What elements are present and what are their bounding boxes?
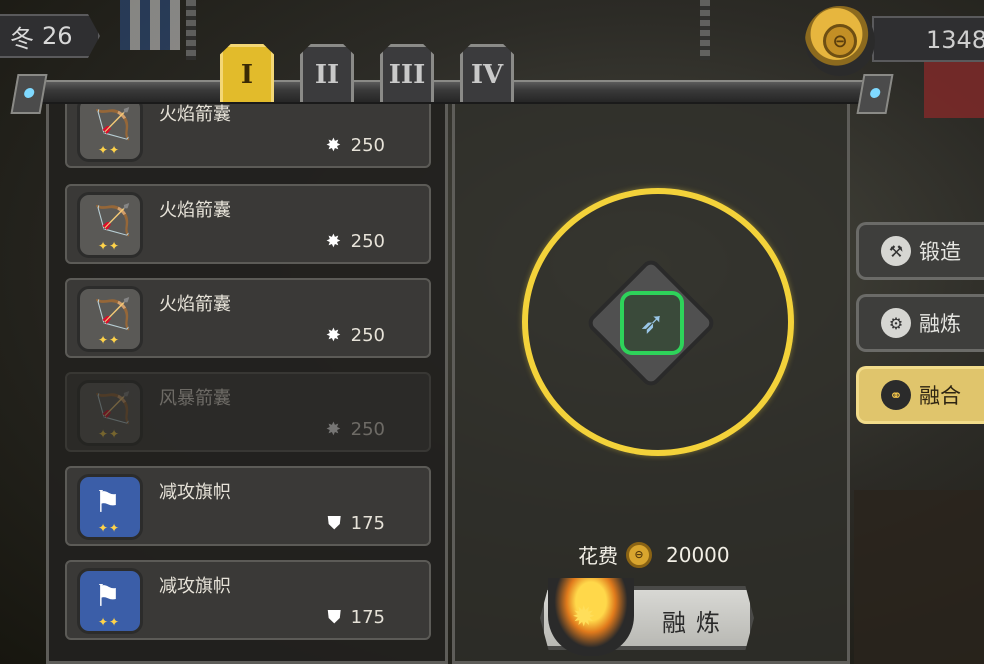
list-item[interactable]: 🏹 ✦✦ 火焰箭囊 ✸ 250 — [65, 278, 431, 358]
shard-icon: ✸ — [325, 419, 341, 440]
list-item[interactable]: 🏹 ✦✦ 火焰箭囊 ✸ 250 — [65, 184, 431, 264]
item-name: 风暴箭囊 — [159, 388, 231, 409]
star-rating: ✦✦ — [98, 427, 121, 441]
season-day-indicator: 冬 26 — [0, 14, 100, 58]
background-chain — [700, 0, 710, 60]
cost-label: 花费 — [578, 544, 618, 568]
flame-quiver-icon: 🏹 ✦✦ — [77, 104, 143, 162]
item-cost: 250 — [350, 325, 385, 346]
merge-label: 融合 — [919, 384, 961, 408]
item-name: 火焰箭囊 — [159, 104, 231, 125]
day-number: 26 — [42, 22, 73, 50]
item-name: 火焰箭囊 — [159, 200, 231, 221]
item-cost: 175 — [350, 513, 385, 534]
shield-icon: ⛊ — [327, 513, 342, 534]
tab-tier-3[interactable]: III — [380, 44, 434, 102]
fusion-cost: 花费 ⊖ 20000 — [578, 540, 730, 569]
storm-quiver-icon: 🏹 ✦✦ — [77, 380, 143, 446]
forge-button[interactable]: ⚒ 锻造 — [856, 222, 984, 280]
smelt-button[interactable]: ⚙ 融炼 — [856, 294, 984, 352]
banner-icon: ⚑ ✦✦ — [77, 474, 143, 540]
cauldron-icon: ⚙ — [881, 308, 911, 338]
item-cost: 250 — [350, 419, 385, 440]
item-name: 减攻旗帜 — [159, 482, 231, 503]
star-rating: ✦✦ — [98, 521, 121, 535]
storm-quiver-icon[interactable]: ➶ — [620, 291, 684, 355]
cauldron-icon: ✹ — [548, 578, 634, 656]
coin-icon: ⊖ — [626, 541, 652, 568]
tab-tier-2[interactable]: II — [300, 44, 354, 102]
item-name: 减攻旗帜 — [159, 576, 231, 597]
forge-label: 锻造 — [919, 240, 961, 264]
background-shelf — [854, 490, 984, 664]
season-label: 冬 — [10, 24, 34, 53]
tab-tier-4[interactable]: IV — [460, 44, 514, 102]
item-name: 火焰箭囊 — [159, 294, 231, 315]
item-cost: 250 — [350, 135, 385, 156]
fuse-button-label: 融炼 — [662, 609, 730, 637]
background-chain — [186, 0, 196, 60]
merge-button[interactable]: ⚭ 融合 — [856, 366, 984, 424]
frame-cap-right — [856, 74, 894, 114]
item-list-panel[interactable]: 🏹 ✦✦ 火焰箭囊 ✸ 250 🏹 ✦✦ 火焰箭囊 ✸ 250 🏹 ✦✦ 火焰箭囊 ✸… — [46, 104, 448, 664]
frame-cap-left — [10, 74, 48, 114]
item-cost: 250 — [350, 231, 385, 252]
background-banner — [120, 0, 180, 50]
star-rating: ✦✦ — [98, 615, 121, 629]
background-cloth — [924, 62, 984, 118]
shard-icon: ✸ — [325, 135, 341, 156]
banner-icon: ⚑ ✦✦ — [77, 568, 143, 634]
list-item[interactable]: 🏹 ✦✦ 火焰箭囊 ✸ 250 — [65, 104, 431, 168]
merge-icon: ⚭ — [881, 380, 911, 410]
shard-icon: ✸ — [325, 325, 341, 346]
smelt-label: 融炼 — [919, 312, 961, 336]
star-rating: ✦✦ — [98, 239, 121, 253]
item-cost: 175 — [350, 607, 385, 628]
coin-balance: 1348 — [872, 16, 984, 62]
coin-icon: ⊖ — [805, 6, 875, 76]
tier-tabs: I II III IV — [220, 44, 514, 102]
flame-quiver-icon: 🏹 ✦✦ — [77, 192, 143, 258]
flame-quiver-icon: 🏹 ✦✦ — [77, 286, 143, 352]
shield-icon: ⛊ — [327, 607, 342, 628]
list-item[interactable]: ⚑ ✦✦ 减攻旗帜 ⛊ 175 — [65, 466, 431, 546]
tab-tier-1[interactable]: I — [220, 44, 274, 102]
list-item[interactable]: ⚑ ✦✦ 减攻旗帜 ⛊ 175 — [65, 560, 431, 640]
shard-icon: ✸ — [325, 231, 341, 252]
coin-amount: 1348 — [926, 26, 984, 54]
star-rating: ✦✦ — [98, 333, 121, 347]
cost-value: 20000 — [666, 542, 730, 567]
list-item[interactable]: 🏹 ✦✦ 风暴箭囊 ✸ 250 — [65, 372, 431, 452]
anvil-icon: ⚒ — [881, 236, 911, 266]
star-rating: ✦✦ — [98, 143, 121, 157]
